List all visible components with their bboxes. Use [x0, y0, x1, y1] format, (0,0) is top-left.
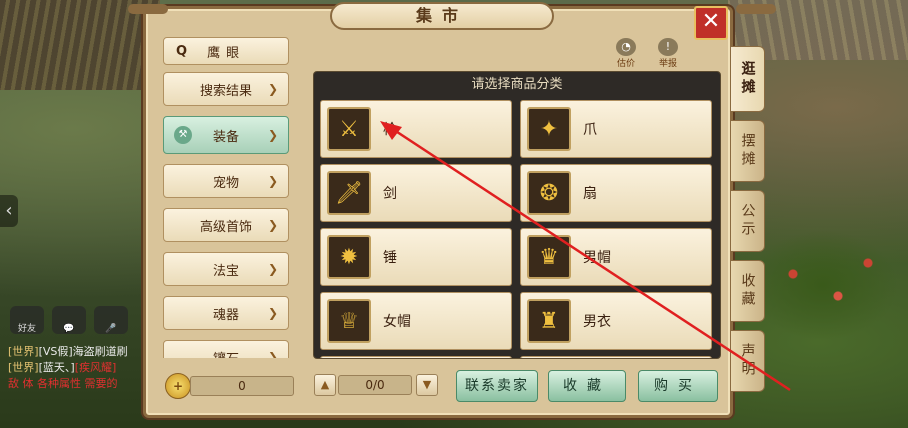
menu-item-soul-items[interactable]: 魂器 ❯ [163, 296, 289, 330]
category-grid: ⚔ 枪 ✦ 爪 🗡 剑 ❂ 扇 ✹ 锤 ♛ 男帽 ♕ 女帽 ♜ 男衣 [314, 98, 720, 358]
page-down-button[interactable]: ▼ [416, 374, 438, 396]
microphone-icon[interactable]: 🎤 [94, 306, 128, 334]
equipment-icon: ⚒ [174, 126, 192, 144]
tab-label: 公示 [739, 203, 756, 239]
chevron-right-icon: ❯ [267, 128, 278, 142]
category-grid-panel: 请选择商品分类 ⚔ 枪 ✦ 爪 🗡 剑 ❂ 扇 ✹ 锤 ♛ 男帽 ♕ 女帽 ♜ … [313, 71, 721, 359]
menu-item-artifacts[interactable]: 法宝 ❯ [163, 252, 289, 286]
favorite-button[interactable]: 收藏 [548, 370, 626, 402]
menu-item-search-results[interactable]: 搜索结果 ❯ [163, 72, 289, 106]
chat-line: 敌 体 各种属性 需要的 [8, 377, 118, 390]
friends-button[interactable]: 好友 [10, 306, 44, 334]
menu-item-label: 搜索结果 [199, 83, 252, 99]
hammer-icon: ✹ [327, 235, 371, 279]
menu-item-pets[interactable]: 宠物 ❯ [163, 164, 289, 198]
tab-set-up-stall[interactable]: 摆摊 [731, 120, 765, 182]
chat-shortcuts: 好友 💬 🎤 [10, 306, 128, 334]
menu-item-jewelry[interactable]: 高级首饰 ❯ [163, 208, 289, 242]
menu-item-equipment[interactable]: ⚒ 装备 ❯ [163, 116, 289, 154]
category-sword[interactable]: 🗡 剑 [320, 164, 512, 222]
tab-announcements[interactable]: 公示 [731, 190, 765, 252]
menu-item-label: 镶石 [213, 348, 239, 359]
category-menu: 搜索结果 ❯ ⚒ 装备 ❯ 宠物 ❯ 高级首饰 ❯ 法宝 ❯ 魂器 ❯ 镶石 ❯ [163, 72, 289, 358]
claw-icon: ✦ [527, 107, 571, 151]
background-flowers [748, 230, 898, 340]
category-label: 扇 [583, 186, 597, 202]
menu-item-label: 装备 [212, 129, 239, 145]
contact-seller-button[interactable]: 联系卖家 [456, 370, 538, 402]
search-label: 鹰眼 [207, 45, 246, 61]
category-male-hat[interactable]: ♛ 男帽 [520, 228, 712, 286]
category-claw[interactable]: ✦ 爪 [520, 100, 712, 158]
menu-item-label: 高级首饰 [199, 219, 252, 235]
chat-bubble-icon[interactable]: 💬 [52, 306, 86, 334]
female-hat-icon: ♕ [327, 299, 371, 343]
chevron-right-icon: ❯ [267, 306, 278, 320]
category-fan[interactable]: ❂ 扇 [520, 164, 712, 222]
coin-icon: + [165, 373, 191, 399]
menu-item-gems[interactable]: 镶石 ❯ [163, 340, 289, 358]
chevron-right-icon: ❯ [267, 262, 278, 276]
spear-icon: ⚔ [327, 107, 371, 151]
tab-label: 逛摊 [739, 61, 756, 97]
close-button[interactable]: ✕ [694, 6, 728, 40]
chevron-right-icon: ❯ [267, 350, 278, 358]
category-spear[interactable]: ⚔ 枪 [320, 100, 512, 158]
page-up-button[interactable]: ▲ [314, 374, 336, 396]
report-button[interactable]: ! 举报 [656, 38, 680, 69]
chevron-right-icon: ❯ [267, 174, 278, 188]
corner-decoration [128, 4, 168, 14]
category-hammer[interactable]: ✹ 锤 [320, 228, 512, 286]
panel-title: 集市 [330, 2, 554, 30]
price-icon: ◔ [616, 38, 636, 56]
category-next-partial[interactable] [320, 356, 512, 358]
chat-log: [世界][VS假]海盗刷道刷 [世界][蓝天、][疾风耀] 敌 体 各种属性 需… [8, 344, 158, 392]
category-label: 锤 [383, 250, 397, 266]
chat-line: [世界][VS假]海盗刷道刷 [8, 345, 128, 358]
category-label: 女帽 [383, 314, 411, 330]
tab-favorites[interactable]: 收藏 [731, 260, 765, 322]
category-next-partial[interactable] [520, 356, 712, 358]
fan-icon: ❂ [527, 171, 571, 215]
sword-icon: 🗡 [327, 171, 371, 215]
eagle-eye-search-button[interactable]: Q 鹰眼 [163, 37, 289, 65]
price-label: 估价 [616, 59, 635, 69]
menu-item-label: 魂器 [212, 307, 239, 323]
coin-balance: 0 [190, 376, 294, 396]
category-female-hat[interactable]: ♕ 女帽 [320, 292, 512, 350]
menu-item-label: 法宝 [212, 263, 239, 279]
category-label: 男衣 [583, 314, 611, 330]
tab-statement[interactable]: 声明 [731, 330, 765, 392]
expand-left-arrow-icon[interactable]: ‹ [0, 195, 18, 227]
report-icon: ! [658, 38, 678, 56]
tab-label: 声明 [739, 343, 756, 379]
chevron-right-icon: ❯ [267, 218, 278, 232]
category-label: 剑 [383, 186, 397, 202]
category-label: 男帽 [583, 250, 611, 266]
buy-button[interactable]: 购买 [638, 370, 718, 402]
corner-decoration [736, 4, 776, 14]
price-estimate-button[interactable]: ◔ 估价 [614, 38, 638, 69]
category-label: 爪 [583, 122, 597, 138]
chevron-right-icon: ❯ [267, 82, 278, 96]
page-indicator: 0/0 [338, 375, 412, 395]
category-label: 枪 [383, 122, 397, 138]
category-header: 请选择商品分类 [471, 77, 563, 92]
report-label: 举报 [658, 59, 677, 69]
search-icon: Q [176, 43, 188, 59]
chat-line: [世界][蓝天、][疾风耀] [8, 361, 117, 374]
male-hat-icon: ♛ [527, 235, 571, 279]
category-male-clothes[interactable]: ♜ 男衣 [520, 292, 712, 350]
top-actions: ◔ 估价 ! 举报 [614, 38, 680, 69]
male-clothes-icon: ♜ [527, 299, 571, 343]
tab-browse-stalls[interactable]: 逛摊 [731, 46, 765, 112]
tab-label: 摆摊 [739, 133, 756, 169]
tab-label: 收藏 [739, 273, 756, 309]
menu-item-label: 宠物 [212, 175, 239, 191]
